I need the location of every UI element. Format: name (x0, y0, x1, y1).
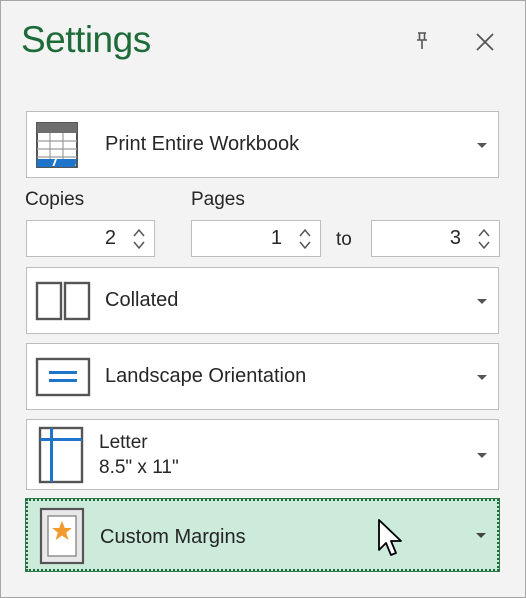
pages-to-label: to (336, 229, 352, 250)
chevron-down-icon (477, 375, 487, 380)
paper-size-dropdown[interactable]: Letter 8.5" x 11" (26, 419, 499, 490)
custom-margins-icon (39, 507, 85, 565)
margins-label: Custom Margins (100, 526, 246, 548)
chevron-down-icon (476, 533, 486, 538)
collation-label: Collated (105, 289, 179, 311)
print-what-dropdown[interactable]: Print Entire Workbook (26, 111, 499, 178)
pages-to-stepper[interactable]: 3 (371, 220, 500, 257)
workbook-icon (36, 122, 78, 168)
margins-dropdown[interactable]: Custom Margins (25, 498, 500, 572)
pages-label: Pages (191, 189, 245, 210)
collation-dropdown[interactable]: Collated (26, 267, 499, 334)
orientation-dropdown[interactable]: Landscape Orientation (26, 343, 499, 410)
print-what-label: Print Entire Workbook (105, 133, 300, 155)
mouse-cursor-icon (378, 519, 402, 556)
stepper-arrows-icon[interactable] (477, 227, 491, 251)
pages-from-value: 1 (270, 227, 282, 249)
pin-icon[interactable] (411, 30, 433, 52)
print-settings-panel: Settings Print Entire Workbook Copies 2 … (0, 0, 526, 598)
chevron-down-icon (477, 299, 487, 304)
pages-from-stepper[interactable]: 1 (191, 220, 321, 257)
copies-stepper[interactable]: 2 (26, 220, 155, 257)
close-icon[interactable] (473, 30, 497, 54)
panel-title: Settings (21, 19, 151, 60)
landscape-icon (35, 357, 91, 397)
copies-value: 2 (104, 227, 116, 249)
stepper-arrows-icon[interactable] (132, 227, 146, 251)
orientation-label: Landscape Orientation (105, 365, 307, 387)
paper-size-dimensions: 8.5" x 11" (99, 457, 179, 478)
paper-size-label: Letter (99, 432, 148, 453)
collated-icon (35, 281, 91, 321)
paper-size-icon (38, 426, 84, 484)
stepper-arrows-icon[interactable] (298, 227, 312, 251)
copies-label: Copies (25, 189, 85, 210)
chevron-down-icon (477, 453, 487, 458)
chevron-down-icon (477, 143, 487, 148)
pages-to-value: 3 (449, 227, 461, 249)
